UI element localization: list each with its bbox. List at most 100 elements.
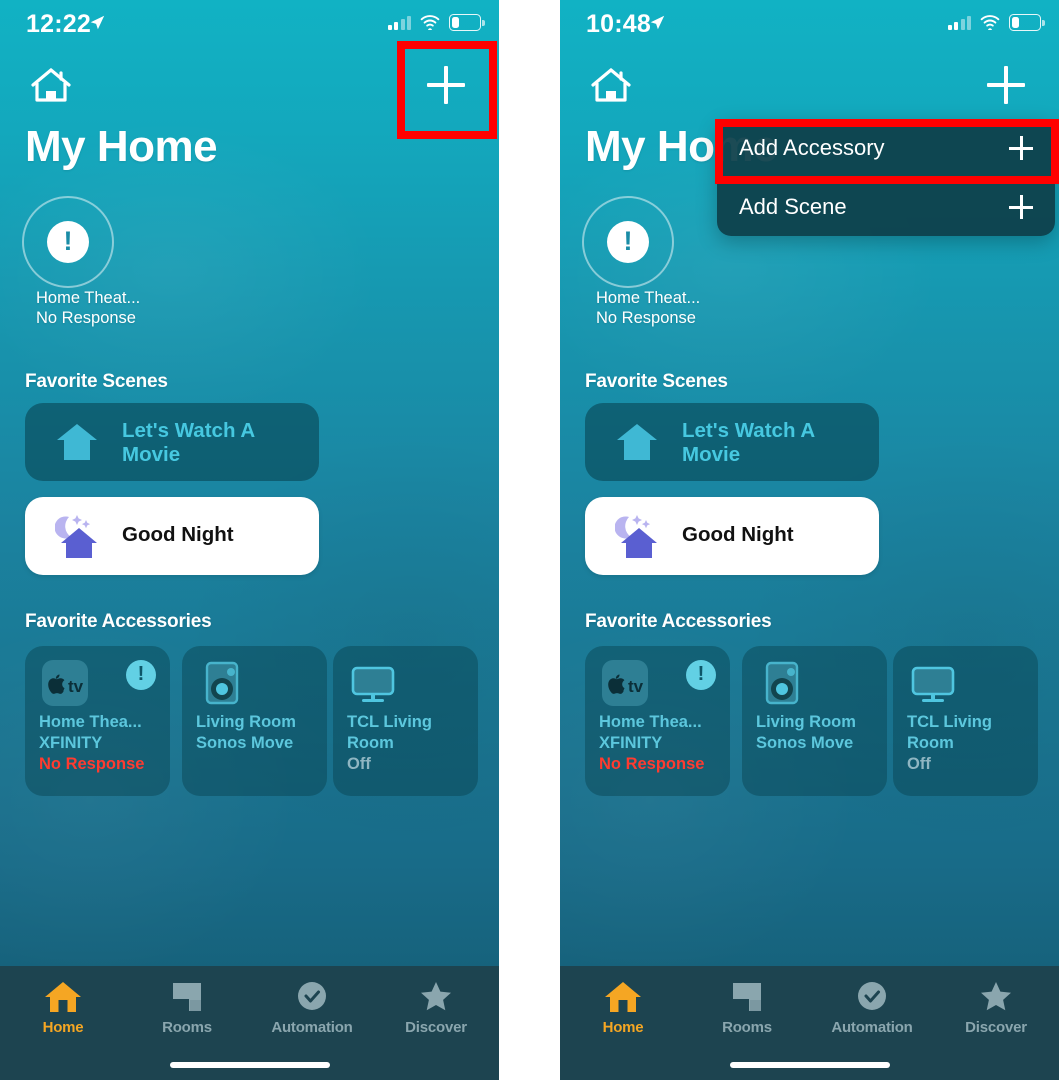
scene-card-good-night[interactable]: Good Night	[25, 497, 319, 575]
menu-item-label: Add Scene	[739, 194, 847, 219]
scene-label: Good Night	[122, 523, 234, 546]
tab-label: Home	[602, 1019, 644, 1036]
clock-icon	[817, 980, 927, 1014]
status-bar: 12:22	[0, 0, 499, 46]
tab-discover[interactable]: Discover	[381, 980, 491, 1036]
tv-icon	[350, 660, 396, 706]
tab-automation[interactable]: Automation	[817, 980, 927, 1036]
apple-tv-icon: tv	[602, 660, 648, 706]
tab-label: Rooms	[162, 1019, 212, 1036]
status-line-2: No Response	[36, 309, 136, 327]
tab-rooms[interactable]: Rooms	[692, 980, 802, 1036]
status-bar-time: 12:22	[26, 10, 91, 38]
tab-label: Home	[42, 1019, 84, 1036]
cellular-bars-icon	[947, 15, 971, 30]
accessory-sub: Sonos Move	[756, 734, 854, 752]
location-arrow-icon	[648, 14, 666, 32]
wifi-icon	[420, 15, 440, 30]
accessory-tile-home-theater[interactable]: tv ! Home Thea... XFINITY No Response	[25, 646, 170, 796]
left-phone-screen: 12:22 My Home ! Home Theat... No Respons…	[0, 0, 499, 1080]
home-status-indicator[interactable]: ! Home Theat... No Response	[22, 196, 140, 327]
section-title-accessories: Favorite Accessories	[25, 611, 212, 632]
house-icon[interactable]	[28, 64, 74, 108]
scene-label: Let's Watch A Movie	[122, 419, 255, 466]
scene-card-lets-watch-a-movie[interactable]: Let's Watch A Movie	[585, 403, 879, 481]
tab-automation[interactable]: Automation	[257, 980, 367, 1036]
rooms-icon	[692, 980, 802, 1014]
tab-discover[interactable]: Discover	[941, 980, 1051, 1036]
house-icon	[568, 980, 678, 1014]
accessory-sub: Room	[907, 734, 954, 752]
accessory-tile-tcl-living-room[interactable]: TCL Living Room Off	[333, 646, 478, 796]
section-title-scenes: Favorite Scenes	[585, 371, 728, 392]
moon-house-icon	[614, 511, 659, 558]
star-icon	[381, 980, 491, 1014]
plus-icon	[1009, 195, 1033, 219]
accessory-state: Off	[907, 755, 931, 773]
svg-text:tv: tv	[628, 677, 644, 696]
status-bar-time: 10:48	[586, 10, 651, 38]
accessory-tile-living-room-sonos[interactable]: Living Room Sonos Move	[182, 646, 327, 796]
tab-bar: Home Rooms Automation Discover	[0, 966, 499, 1080]
accessory-sub: Sonos Move	[196, 734, 294, 752]
home-indicator	[169, 1062, 330, 1068]
tv-icon	[910, 660, 956, 706]
exclamation-circle-icon: !	[582, 196, 674, 288]
tab-label: Rooms	[722, 1019, 772, 1036]
house-scene-icon	[55, 421, 99, 463]
exclamation-badge-icon: !	[686, 660, 716, 690]
tab-label: Discover	[965, 1019, 1027, 1036]
accessory-tile-home-theater[interactable]: tv ! Home Thea... XFINITY No Response	[585, 646, 730, 796]
accessory-sub: XFINITY	[39, 734, 103, 752]
battery-low-icon	[449, 14, 485, 31]
accessory-state: Off	[347, 755, 371, 773]
exclamation-circle-icon: !	[22, 196, 114, 288]
accessory-name: TCL Living	[907, 713, 992, 731]
menu-item-add-scene[interactable]: Add Scene	[717, 178, 1055, 236]
tab-home[interactable]: Home	[8, 980, 118, 1036]
accessory-sub: Room	[347, 734, 394, 752]
section-title-scenes: Favorite Scenes	[25, 371, 168, 392]
apple-tv-icon: tv	[42, 660, 88, 706]
accessory-sub: XFINITY	[599, 734, 663, 752]
home-status-indicator[interactable]: ! Home Theat... No Response	[582, 196, 700, 327]
speaker-icon	[199, 660, 245, 706]
accessory-state: No Response	[599, 755, 705, 773]
highlight-box-add-accessory	[715, 119, 1059, 184]
add-button[interactable]	[983, 62, 1029, 108]
accessory-name: Living Room	[756, 713, 856, 731]
wifi-icon	[980, 15, 1000, 30]
exclamation-badge-icon: !	[126, 660, 156, 690]
accessory-tile-tcl-living-room[interactable]: TCL Living Room Off	[893, 646, 1038, 796]
status-line-1: Home Theat...	[36, 289, 141, 307]
status-bar: 10:48	[560, 0, 1059, 46]
screenshot-stage: 12:22 My Home ! Home Theat... No Respons…	[0, 0, 1059, 1080]
location-arrow-icon	[88, 14, 106, 32]
accessory-name: TCL Living	[347, 713, 432, 731]
scene-card-lets-watch-a-movie[interactable]: Let's Watch A Movie	[25, 403, 319, 481]
accessory-tile-living-room-sonos[interactable]: Living Room Sonos Move	[742, 646, 887, 796]
cellular-bars-icon	[387, 15, 411, 30]
scene-card-good-night[interactable]: Good Night	[585, 497, 879, 575]
tab-label: Discover	[405, 1019, 467, 1036]
star-icon	[941, 980, 1051, 1014]
accessory-state: No Response	[39, 755, 145, 773]
accessory-name: Home Thea...	[39, 713, 142, 731]
highlight-box-add-button	[397, 41, 497, 139]
tab-label: Automation	[271, 1019, 353, 1036]
section-title-accessories: Favorite Accessories	[585, 611, 772, 632]
house-scene-icon	[615, 421, 659, 463]
house-icon[interactable]	[588, 64, 634, 108]
page-title: My Home	[25, 122, 218, 171]
house-icon	[8, 980, 118, 1014]
clock-icon	[257, 980, 367, 1014]
accessory-name: Living Room	[196, 713, 296, 731]
tab-rooms[interactable]: Rooms	[132, 980, 242, 1036]
tab-home[interactable]: Home	[568, 980, 678, 1036]
scene-label: Good Night	[682, 523, 794, 546]
speaker-icon	[759, 660, 805, 706]
tab-bar: Home Rooms Automation Discover	[560, 966, 1059, 1080]
battery-low-icon	[1009, 14, 1045, 31]
moon-house-icon	[54, 511, 99, 558]
tab-label: Automation	[831, 1019, 913, 1036]
